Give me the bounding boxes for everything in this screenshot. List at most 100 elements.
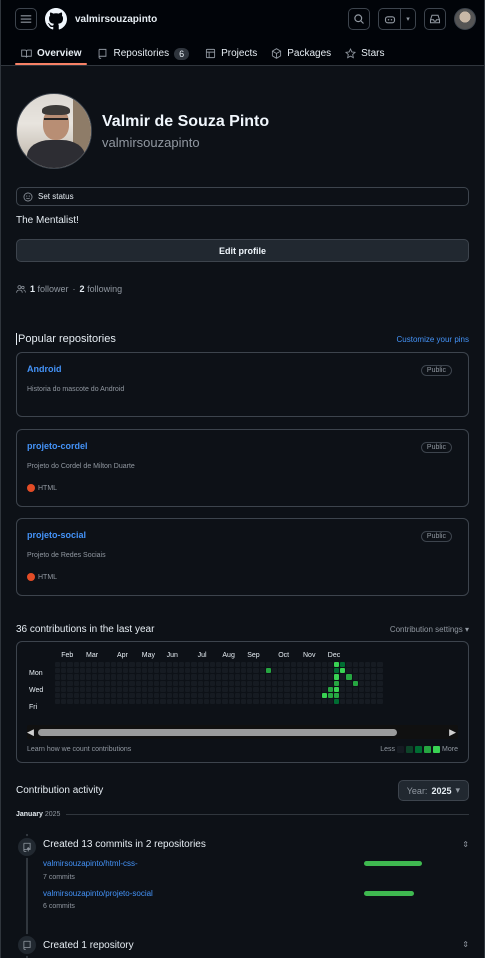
contribution-day[interactable] <box>203 668 209 674</box>
contribution-day[interactable] <box>315 699 321 705</box>
contribution-day[interactable] <box>222 662 228 668</box>
contribution-day[interactable] <box>197 668 203 674</box>
contribution-day[interactable] <box>172 693 178 699</box>
contribution-day[interactable] <box>290 680 296 686</box>
contribution-day[interactable] <box>92 662 98 668</box>
contribution-day[interactable] <box>166 686 172 692</box>
contribution-day[interactable] <box>148 686 154 692</box>
contribution-day[interactable] <box>290 662 296 668</box>
contribution-day[interactable] <box>129 674 135 680</box>
scroll-right-arrow-icon[interactable]: ▶ <box>449 727 456 738</box>
contribution-day[interactable] <box>327 693 333 699</box>
contribution-day[interactable] <box>61 668 67 674</box>
contribution-day[interactable] <box>110 662 116 668</box>
contribution-day[interactable] <box>284 668 290 674</box>
contribution-day[interactable] <box>309 662 315 668</box>
contribution-day[interactable] <box>67 680 73 686</box>
tab-projects[interactable]: Projects <box>199 38 263 65</box>
contribution-day[interactable] <box>104 668 110 674</box>
contribution-day[interactable] <box>309 668 315 674</box>
contribution-day[interactable] <box>365 699 371 705</box>
contribution-day[interactable] <box>253 680 259 686</box>
contribution-day[interactable] <box>129 668 135 674</box>
header-username[interactable]: valmirsouzapinto <box>75 14 340 25</box>
followers-link[interactable]: 1 follower <box>30 284 69 294</box>
contribution-day[interactable] <box>228 693 234 699</box>
copilot-icon[interactable] <box>379 9 401 29</box>
contribution-day[interactable] <box>321 686 327 692</box>
contribution-day[interactable] <box>73 680 79 686</box>
contribution-day[interactable] <box>241 686 247 692</box>
contribution-day[interactable] <box>334 699 340 705</box>
contribution-day[interactable] <box>117 668 123 674</box>
contribution-day[interactable] <box>296 674 302 680</box>
contribution-day[interactable] <box>346 662 352 668</box>
contribution-day[interactable] <box>340 662 346 668</box>
contribution-day[interactable] <box>197 674 203 680</box>
contribution-day[interactable] <box>79 668 85 674</box>
contribution-day[interactable] <box>358 699 364 705</box>
contribution-day[interactable] <box>117 680 123 686</box>
contribution-day[interactable] <box>73 674 79 680</box>
contribution-day[interactable] <box>377 668 383 674</box>
contribution-day[interactable] <box>234 674 240 680</box>
commit-repo-link[interactable]: valmirsouzapinto/html-css- <box>43 859 138 868</box>
contribution-day[interactable] <box>377 699 383 705</box>
contribution-day[interactable] <box>265 662 271 668</box>
contribution-day[interactable] <box>67 693 73 699</box>
contribution-day[interactable] <box>247 686 253 692</box>
contribution-day[interactable] <box>135 674 141 680</box>
contribution-day[interactable] <box>92 699 98 705</box>
contribution-day[interactable] <box>210 686 216 692</box>
contribution-day[interactable] <box>203 662 209 668</box>
contribution-day[interactable] <box>309 693 315 699</box>
contribution-day[interactable] <box>259 674 265 680</box>
contribution-day[interactable] <box>191 686 197 692</box>
contribution-day[interactable] <box>86 674 92 680</box>
contribution-day[interactable] <box>296 680 302 686</box>
contribution-day[interactable] <box>216 693 222 699</box>
contribution-day[interactable] <box>86 662 92 668</box>
contribution-day[interactable] <box>135 662 141 668</box>
contribution-day[interactable] <box>346 680 352 686</box>
contribution-day[interactable] <box>141 668 147 674</box>
contribution-day[interactable] <box>148 668 154 674</box>
contribution-day[interactable] <box>334 693 340 699</box>
contribution-day[interactable] <box>61 662 67 668</box>
contribution-day[interactable] <box>377 680 383 686</box>
contribution-day[interactable] <box>141 680 147 686</box>
contribution-day[interactable] <box>92 674 98 680</box>
contribution-day[interactable] <box>346 674 352 680</box>
contribution-day[interactable] <box>241 693 247 699</box>
contribution-day[interactable] <box>160 668 166 674</box>
contribution-day[interactable] <box>265 686 271 692</box>
contribution-day[interactable] <box>352 662 358 668</box>
contribution-day[interactable] <box>154 674 160 680</box>
contribution-day[interactable] <box>172 699 178 705</box>
contribution-day[interactable] <box>166 680 172 686</box>
graph-horizontal-scrollbar[interactable]: ◀ ▶ <box>27 725 458 739</box>
contribution-day[interactable] <box>148 674 154 680</box>
tab-overview[interactable]: Overview <box>15 38 88 65</box>
search-button[interactable] <box>348 8 370 30</box>
contribution-day[interactable] <box>104 693 110 699</box>
contribution-day[interactable] <box>61 686 67 692</box>
contribution-day[interactable] <box>104 699 110 705</box>
hamburger-menu-button[interactable] <box>15 8 37 30</box>
contribution-day[interactable] <box>358 662 364 668</box>
contribution-day[interactable] <box>365 686 371 692</box>
contribution-day[interactable] <box>234 668 240 674</box>
contribution-day[interactable] <box>185 680 191 686</box>
contribution-day[interactable] <box>67 699 73 705</box>
contribution-day[interactable] <box>61 680 67 686</box>
contribution-day[interactable] <box>321 674 327 680</box>
contribution-day[interactable] <box>340 668 346 674</box>
contribution-day[interactable] <box>98 680 104 686</box>
contribution-day[interactable] <box>55 699 61 705</box>
contribution-day[interactable] <box>61 699 67 705</box>
contribution-day[interactable] <box>259 686 265 692</box>
contribution-day[interactable] <box>272 693 278 699</box>
contribution-day[interactable] <box>123 699 129 705</box>
contribution-day[interactable] <box>117 662 123 668</box>
contribution-day[interactable] <box>259 680 265 686</box>
